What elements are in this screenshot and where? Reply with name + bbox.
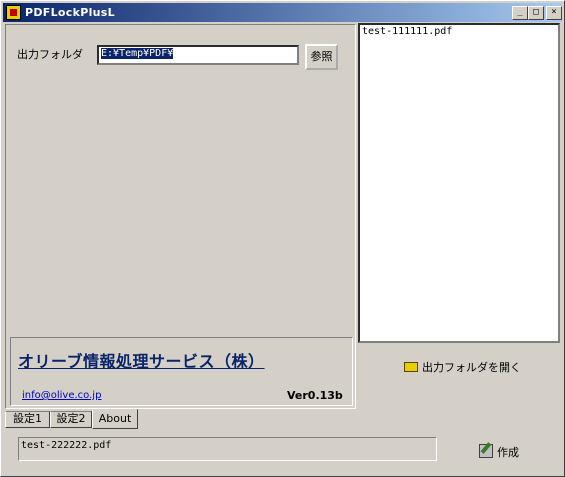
status-filename: test-222222.pdf bbox=[21, 440, 112, 451]
output-folder-value: E:¥Temp¥PDF¥ bbox=[101, 48, 174, 59]
tab-settings-2[interactable]: 設定2 bbox=[50, 411, 92, 428]
app-window: PDFLockPlusL _ □ × 出力フォルダ E:¥Temp¥PDF¥ 参… bbox=[0, 0, 565, 477]
create-label: 作成 bbox=[497, 446, 519, 459]
folder-open-icon bbox=[404, 362, 418, 372]
file-list[interactable]: test-111111.pdf bbox=[358, 23, 560, 343]
maximize-button[interactable]: □ bbox=[528, 6, 544, 20]
company-link[interactable]: オリーブ情報処理サービス（株） bbox=[18, 348, 265, 372]
window-title: PDFLockPlusL bbox=[25, 6, 115, 19]
app-icon bbox=[6, 5, 21, 20]
status-box: test-222222.pdf bbox=[18, 437, 437, 461]
email-link[interactable]: info@olive.co.jp bbox=[22, 390, 101, 401]
close-button[interactable]: × bbox=[546, 6, 562, 20]
list-item[interactable]: test-111111.pdf bbox=[362, 26, 556, 37]
output-folder-label: 出力フォルダ bbox=[17, 48, 83, 61]
open-output-folder-button[interactable]: 出力フォルダを開く bbox=[404, 358, 544, 378]
create-icon bbox=[479, 444, 493, 458]
open-folder-label: 出力フォルダを開く bbox=[422, 361, 521, 374]
title-bar[interactable]: PDFLockPlusL _ □ × bbox=[3, 3, 562, 22]
browse-button[interactable]: 参照 bbox=[305, 44, 338, 70]
output-folder-input[interactable]: E:¥Temp¥PDF¥ bbox=[97, 45, 299, 65]
tab-settings-1[interactable]: 設定1 bbox=[5, 411, 50, 428]
about-box: オリーブ情報処理サービス（株） info@olive.co.jp Ver0.13… bbox=[10, 337, 353, 406]
tab-panel: 出力フォルダ E:¥Temp¥PDF¥ 参照 オリーブ情報処理サービス（株） i… bbox=[5, 24, 356, 409]
tab-about[interactable]: About bbox=[92, 409, 138, 429]
version-label: Ver0.13b bbox=[287, 389, 343, 402]
create-button[interactable]: 作成 bbox=[479, 443, 539, 463]
minimize-button[interactable]: _ bbox=[512, 6, 528, 20]
